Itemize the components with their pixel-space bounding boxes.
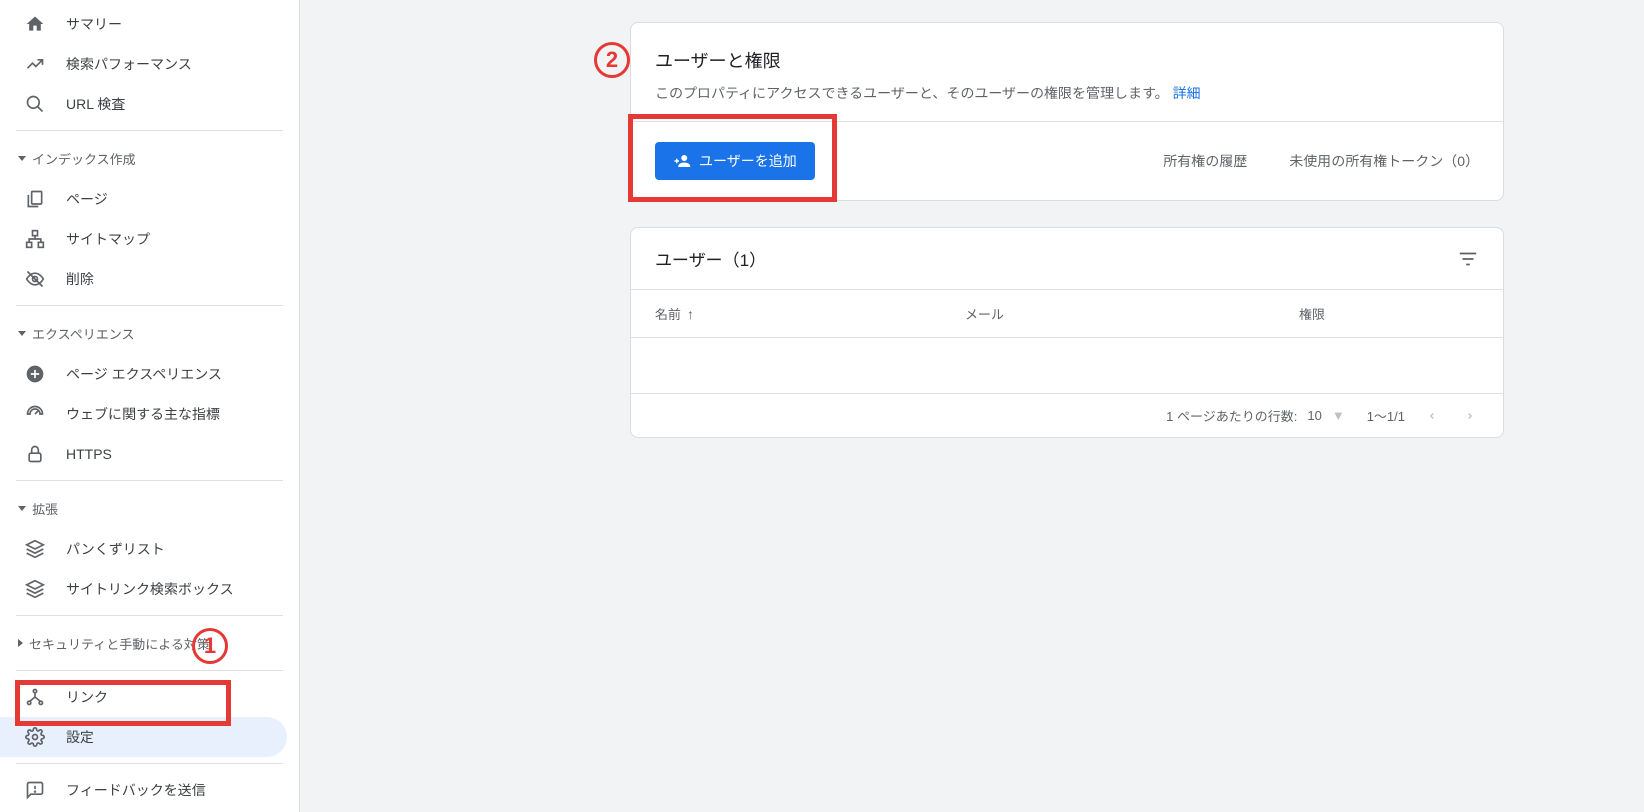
search-icon	[24, 93, 46, 115]
sidebar-item-feedback[interactable]: フィードバックを送信	[0, 770, 287, 810]
speed-icon	[24, 403, 46, 425]
section-security[interactable]: セキュリティと手動による対策	[0, 622, 299, 664]
annotation-box-2	[628, 114, 837, 202]
annotation-box-1	[15, 680, 231, 726]
sidebar-item-sitemaps[interactable]: サイトマップ	[0, 219, 287, 259]
main-content: ユーザーと権限 このプロパティにアクセスできるユーザーと、そのユーザーの権限を管…	[300, 0, 1644, 812]
layers-icon	[24, 538, 46, 560]
home-icon	[24, 13, 46, 35]
sidebar-item-label: フィードバックを送信	[66, 780, 206, 800]
sidebar-item-sitelinks-search[interactable]: サイトリンク検索ボックス	[0, 569, 287, 609]
rows-per-page-value[interactable]: 10	[1307, 408, 1321, 423]
prev-page-button[interactable]	[1427, 411, 1443, 421]
sidebar-item-core-web-vitals[interactable]: ウェブに関する主な指標	[0, 394, 287, 434]
sidebar-item-label: ウェブに関する主な指標	[66, 404, 220, 424]
sidebar-item-label: 設定	[66, 727, 94, 747]
caret-right-icon	[18, 639, 23, 647]
section-indexing[interactable]: インデックス作成	[0, 137, 299, 179]
visibility-off-icon	[24, 268, 46, 290]
column-email[interactable]: メール	[965, 304, 1299, 323]
caret-down-icon	[18, 331, 26, 336]
sidebar-item-removals[interactable]: 削除	[0, 259, 287, 299]
gear-icon	[24, 726, 46, 748]
users-list-card: ユーザー（1） 名前 ↑ メール 権限 1 ページあたりの行数: 10 ▼	[630, 227, 1504, 438]
sidebar-item-label: URL 検査	[66, 94, 125, 114]
table-body	[631, 337, 1503, 393]
sidebar-item-page-experience[interactable]: ページ エクスペリエンス	[0, 354, 287, 394]
sidebar-item-label: サイトマップ	[66, 229, 150, 249]
sidebar-item-label: サマリー	[66, 14, 122, 34]
sidebar-item-label: 検索パフォーマンス	[66, 54, 192, 74]
sidebar-item-label: HTTPS	[66, 446, 112, 462]
users-list-title: ユーザー（1）	[655, 246, 766, 271]
rows-per-page-label: 1 ページあたりの行数:	[1166, 406, 1297, 425]
card-description: このプロパティにアクセスできるユーザーと、そのユーザーの権限を管理します。 詳細	[655, 83, 1479, 103]
table-header: 名前 ↑ メール 権限	[631, 289, 1503, 337]
details-link[interactable]: 詳細	[1173, 85, 1201, 101]
unused-tokens-link[interactable]: 未使用の所有権トークン（0）	[1289, 151, 1479, 171]
sidebar-item-label: パンくずリスト	[66, 539, 165, 559]
sidebar-item-label: ページ	[66, 189, 108, 209]
annotation-circle-1: 1	[192, 628, 228, 664]
sidebar-item-label: 削除	[66, 269, 94, 289]
card-title: ユーザーと権限	[655, 47, 1479, 73]
sort-asc-icon: ↑	[687, 306, 694, 322]
table-footer: 1 ページあたりの行数: 10 ▼ 1～1/1	[631, 393, 1503, 437]
section-experience[interactable]: エクスペリエンス	[0, 312, 299, 354]
column-permission[interactable]: 権限	[1299, 304, 1479, 323]
caret-down-icon	[18, 506, 26, 511]
ownership-history-link[interactable]: 所有権の履歴	[1163, 151, 1247, 171]
next-page-button[interactable]	[1465, 411, 1481, 421]
sidebar-item-https[interactable]: HTTPS	[0, 434, 287, 474]
sidebar-item-url-inspect[interactable]: URL 検査	[0, 84, 287, 124]
sidebar-item-pages[interactable]: ページ	[0, 179, 287, 219]
page-range: 1～1/1	[1367, 406, 1405, 425]
feedback-icon	[24, 779, 46, 801]
dropdown-icon[interactable]: ▼	[1332, 408, 1345, 423]
column-name[interactable]: 名前 ↑	[655, 304, 965, 323]
circle-plus-icon	[24, 363, 46, 385]
layers-icon	[24, 578, 46, 600]
section-enhancements[interactable]: 拡張	[0, 487, 299, 529]
pages-icon	[24, 188, 46, 210]
sidebar-item-search-performance[interactable]: 検索パフォーマンス	[0, 44, 287, 84]
filter-icon[interactable]	[1457, 248, 1479, 270]
sidebar-item-summary[interactable]: サマリー	[0, 4, 287, 44]
sidebar-item-breadcrumbs[interactable]: パンくずリスト	[0, 529, 287, 569]
sitemap-icon	[24, 228, 46, 250]
lock-icon	[24, 443, 46, 465]
sidebar-item-label: サイトリンク検索ボックス	[66, 579, 234, 599]
trending-icon	[24, 53, 46, 75]
sidebar-item-label: ページ エクスペリエンス	[66, 364, 222, 384]
annotation-circle-2: 2	[594, 42, 630, 78]
caret-down-icon	[18, 156, 26, 161]
